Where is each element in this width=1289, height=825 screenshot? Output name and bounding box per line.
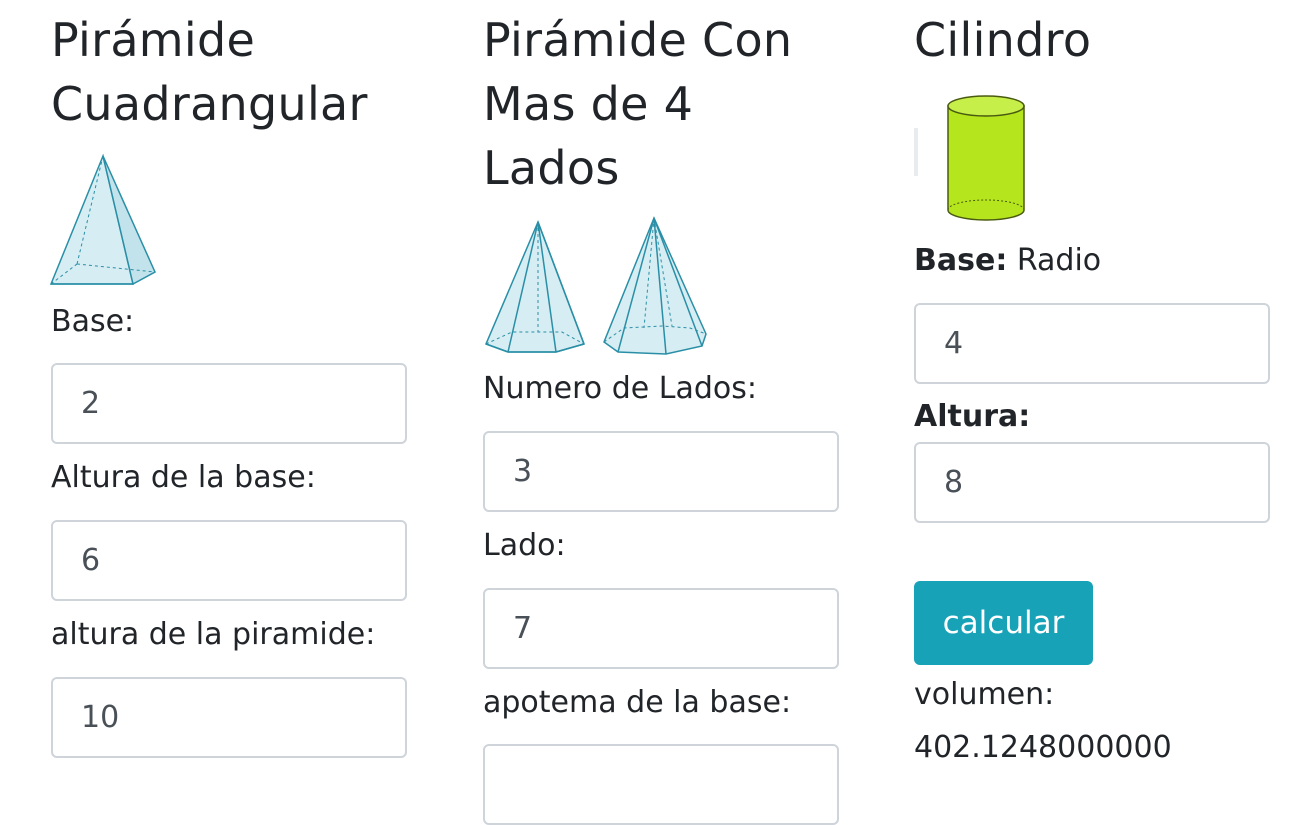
sides-count-label: Numero de Lados: bbox=[483, 371, 757, 406]
height-input[interactable] bbox=[914, 442, 1270, 523]
calculate-button[interactable]: calcular bbox=[914, 581, 1093, 665]
radius-input[interactable] bbox=[914, 303, 1270, 384]
pyramid-height-input[interactable] bbox=[51, 677, 407, 758]
base-height-label: Altura de la base: bbox=[51, 460, 316, 495]
square-pyramid-icon bbox=[49, 153, 156, 286]
side-length-label: Lado: bbox=[483, 528, 566, 563]
pyramid-height-label: altura de la piramide: bbox=[51, 617, 376, 652]
side-length-input[interactable] bbox=[483, 588, 839, 669]
height-label-bold: Altura: bbox=[914, 399, 1031, 434]
heptagonal-pyramid-icon bbox=[603, 216, 707, 355]
cylinder-title: Cilindro bbox=[914, 13, 1092, 67]
sides-count-input[interactable] bbox=[483, 431, 839, 512]
square-pyramid-title: Pirámide Cuadrangular bbox=[51, 13, 368, 131]
cylinder-icon bbox=[914, 95, 1025, 221]
volume-result: 402.1248000000 bbox=[914, 730, 1172, 765]
radius-label-bold: Base: bbox=[914, 243, 1008, 278]
base-apothem-label: apotema de la base: bbox=[483, 685, 792, 720]
base-label: Base: bbox=[51, 304, 135, 339]
polygon-pyramid-title: Pirámide Con Mas de 4 Lados bbox=[483, 13, 793, 195]
height-label: Altura: bbox=[914, 399, 1030, 435]
base-apothem-input[interactable] bbox=[483, 744, 839, 825]
volume-label: volumen: bbox=[914, 677, 1055, 712]
radius-label: Base: Radio bbox=[914, 243, 1101, 279]
hexagonal-pyramid-icon bbox=[484, 219, 585, 353]
base-height-input[interactable] bbox=[51, 520, 407, 601]
base-input[interactable] bbox=[51, 363, 407, 444]
radius-label-text: Radio bbox=[1016, 243, 1102, 278]
